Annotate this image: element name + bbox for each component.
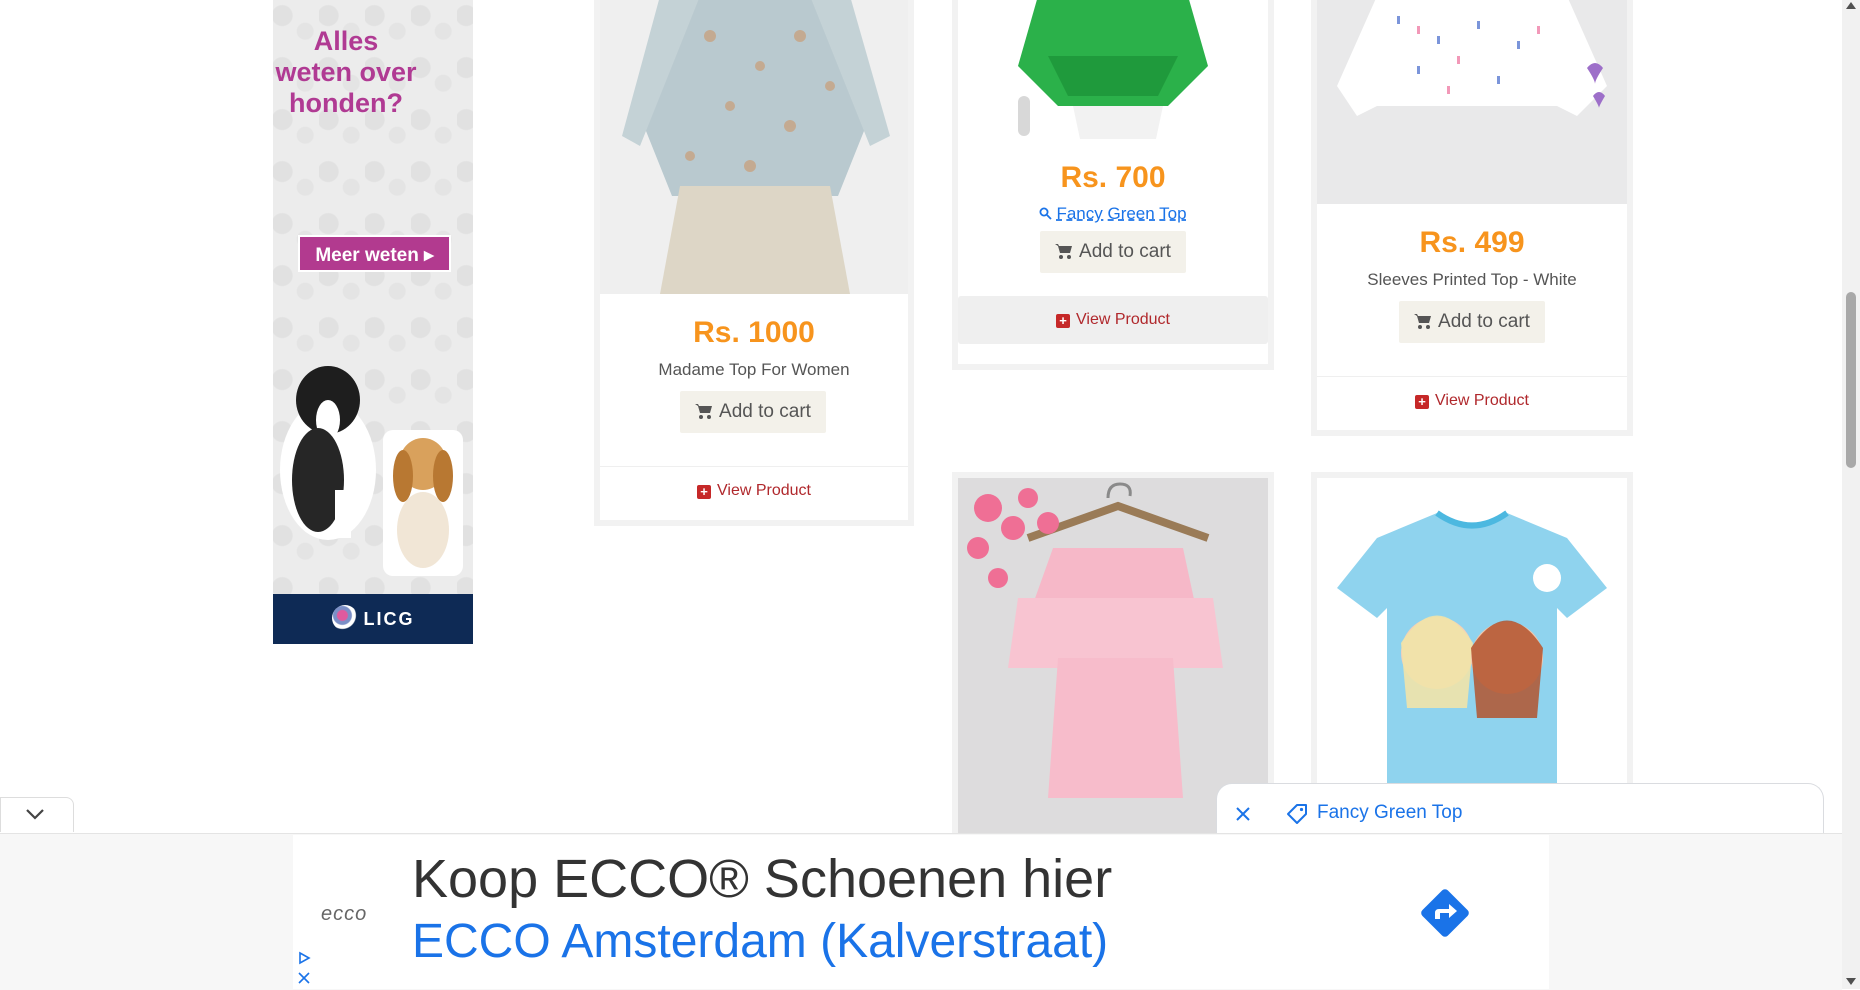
chevron-down-icon — [26, 809, 44, 820]
side-ad-brand: LICG — [273, 594, 473, 644]
puppy-image — [383, 430, 463, 576]
plus-icon: + — [1056, 314, 1070, 328]
cart-icon — [1055, 244, 1073, 259]
dog-image — [280, 366, 376, 540]
product-card: Rs. 1000 Madame Top For Women Add to car… — [594, 0, 914, 526]
view-product-link[interactable]: + View Product — [958, 296, 1268, 344]
ecco-logo: ecco — [321, 903, 368, 925]
close-icon[interactable] — [1233, 804, 1253, 824]
product-image[interactable] — [958, 0, 1268, 139]
product-card: Rs. 499 Sleeves Printed Top - White Add … — [1311, 0, 1633, 436]
ad-close-icon[interactable] — [297, 971, 311, 985]
scrollbar[interactable] — [1842, 0, 1860, 989]
add-to-cart-button[interactable]: Add to cart — [1399, 301, 1545, 343]
side-ad-headline: Alles weten over honden? — [275, 26, 417, 118]
view-product-link[interactable]: + View Product — [600, 466, 908, 515]
product-name-link[interactable]: Fancy Green Top — [958, 204, 1268, 224]
plus-icon: + — [1415, 395, 1429, 409]
product-image[interactable] — [958, 478, 1268, 838]
scrollbar-thumb[interactable] — [1846, 292, 1856, 468]
add-to-cart-button[interactable]: Add to cart — [680, 391, 826, 433]
product-image[interactable] — [600, 0, 908, 294]
search-chip-label[interactable]: Fancy Green Top — [1317, 802, 1462, 824]
scroll-down-arrow-icon[interactable] — [1846, 978, 1856, 985]
product-card: Rs. 700 Fancy Green Top Add to cart + Vie… — [952, 0, 1274, 370]
product-name[interactable]: Sleeves Printed Top - White — [1317, 270, 1627, 290]
scroll-up-arrow-icon[interactable] — [1846, 2, 1856, 9]
view-product-link[interactable]: + View Product — [1317, 376, 1627, 425]
product-name[interactable]: Madame Top For Women — [600, 360, 908, 380]
product-price: Rs. 499 — [1419, 226, 1525, 259]
tag-icon — [1287, 804, 1307, 824]
cart-icon — [1414, 314, 1432, 329]
side-ad-cta-button[interactable]: Meer weten ▸ — [298, 235, 451, 272]
adchoices-icon[interactable] — [297, 951, 311, 965]
ad-subtitle[interactable]: ECCO Amsterdam (Kalverstraat) — [412, 913, 1108, 971]
bottom-ad-banner[interactable]: ecco Koop ECCO® Schoenen hier ECCO Amste… — [293, 835, 1549, 989]
ad-title[interactable]: Koop ECCO® Schoenen hier — [412, 847, 1112, 912]
search-icon — [1039, 207, 1053, 220]
collapse-ad-button[interactable] — [0, 797, 74, 832]
licg-logo-icon — [331, 605, 358, 632]
plus-icon: + — [697, 485, 711, 499]
directions-icon[interactable] — [1415, 883, 1475, 943]
side-ad[interactable]: Alles weten over honden? Meer weten ▸ LI… — [273, 0, 473, 644]
add-to-cart-button[interactable]: Add to cart — [1040, 231, 1186, 273]
product-price: Rs. 1000 — [693, 316, 815, 349]
product-image[interactable] — [1317, 0, 1627, 204]
cart-icon — [695, 404, 713, 419]
product-price: Rs. 700 — [1060, 161, 1166, 194]
